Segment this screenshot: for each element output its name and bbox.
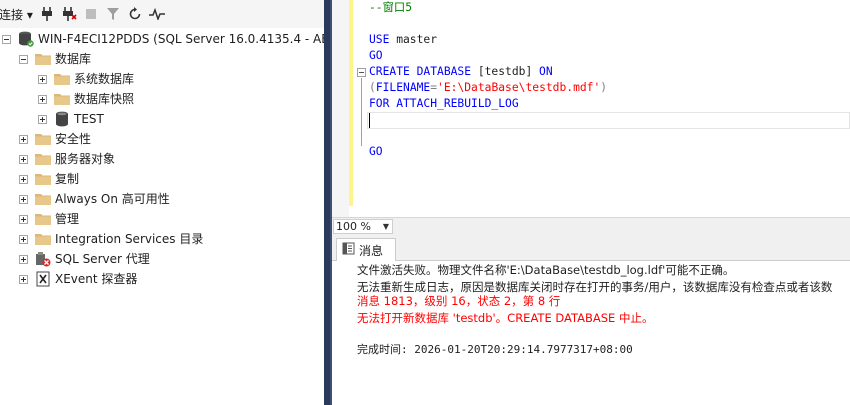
expand-node-icon[interactable]	[19, 134, 28, 144]
expand-node-icon[interactable]	[38, 94, 47, 104]
tree-node[interactable]: Always On 高可用性	[19, 189, 170, 209]
folder-icon	[54, 91, 70, 107]
expand-node-icon[interactable]	[19, 154, 28, 164]
code-line-1: --窗口5	[369, 1, 412, 14]
xevent-icon	[35, 271, 51, 287]
tab-messages-label: 消息	[359, 243, 384, 258]
tree-node-label: 安全性	[55, 132, 92, 146]
expand-node-icon[interactable]	[19, 174, 28, 184]
editor-gutter	[332, 0, 349, 217]
chevron-down-icon: ▼	[382, 222, 389, 231]
text-caret	[369, 113, 370, 128]
expand-node-icon[interactable]	[38, 74, 47, 84]
tree-node[interactable]: 复制	[19, 169, 79, 189]
collapse-node-icon[interactable]	[19, 54, 28, 64]
folder-icon	[35, 131, 51, 147]
tree-node-label: 管理	[55, 212, 80, 226]
code-line-4: GO	[369, 49, 383, 62]
tree-node-label: 数据库	[55, 52, 92, 66]
expand-node-icon[interactable]	[19, 234, 28, 244]
pane-splitter[interactable]	[324, 0, 332, 405]
folder-icon	[35, 151, 51, 167]
current-line-highlight	[367, 112, 850, 129]
expand-node-icon[interactable]	[19, 214, 28, 224]
tree-node[interactable]: TEST	[38, 109, 104, 129]
completion-time-line: 完成时间: 2026-01-20T20:29:14.7977317+08:00	[357, 343, 633, 356]
tree-node[interactable]: 数据库	[19, 49, 91, 69]
tree-node[interactable]: 服务器对象	[19, 149, 115, 169]
tree-node[interactable]: SQL Server 代理	[19, 249, 150, 269]
folder-icon	[54, 71, 70, 87]
code-line-6: (FILENAME='E:\DataBase\testdb.mdf')	[369, 81, 608, 94]
tab-messages[interactable]: 消息	[336, 238, 396, 261]
folder-icon	[35, 191, 51, 207]
code-line-7: FOR ATTACH_REBUILD_LOG	[369, 97, 519, 110]
error-message-line: 无法打开新数据库 'testdb'。CREATE DATABASE 中止。	[357, 311, 654, 325]
code-line-3: USE master	[369, 33, 438, 46]
database-icon	[54, 111, 70, 127]
stop-icon[interactable]	[81, 4, 101, 24]
filter-icon[interactable]	[103, 4, 123, 24]
expand-node-icon[interactable]	[19, 254, 28, 264]
error-message-line: 消息 1813，级别 16，状态 2，第 8 行	[357, 294, 561, 308]
connect-button[interactable]: 连接 ▾	[0, 6, 33, 23]
horizontal-scrollbar[interactable]	[394, 219, 850, 234]
connect-plug-icon[interactable]	[37, 4, 57, 24]
tree-node-label: 服务器对象	[55, 152, 116, 166]
disconnect-icon[interactable]	[59, 4, 79, 24]
tree-node[interactable]: 系统数据库	[38, 69, 134, 89]
folder-icon	[35, 171, 51, 187]
object-explorer: 连接 ▾ WIN-F4ECI12PDDS (SQL Server 16.0.41…	[0, 0, 324, 405]
collapse-region-icon[interactable]	[357, 68, 366, 77]
tree-node[interactable]: WIN-F4ECI12PDDS (SQL Server 16.0.4135.4 …	[2, 29, 324, 49]
activity-monitor-icon[interactable]	[147, 4, 167, 24]
folder-icon	[35, 51, 51, 67]
folder-icon	[35, 211, 51, 227]
tree-node[interactable]: Integration Services 目录	[19, 229, 203, 249]
tree-node-label: TEST	[74, 112, 104, 126]
refresh-icon[interactable]	[125, 4, 145, 24]
tree-node-label: 系统数据库	[74, 72, 135, 86]
expand-node-icon[interactable]	[19, 194, 28, 204]
tree-node-label: Integration Services 目录	[55, 232, 204, 246]
expand-node-icon[interactable]	[19, 274, 28, 284]
query-editor[interactable]: --窗口5 USE master GO CREATE DATABASE [tes…	[332, 0, 850, 217]
tree-node-label: Always On 高可用性	[55, 192, 170, 206]
object-explorer-toolbar: 连接 ▾	[0, 0, 324, 28]
tree-node-label: XEvent 探查器	[55, 272, 138, 286]
editor-zoom-bar: 100 % ▼	[332, 217, 850, 235]
server-connected-icon	[18, 31, 34, 47]
sql-agent-icon	[35, 251, 51, 267]
expand-node-icon[interactable]	[38, 114, 47, 124]
tree-node-label: WIN-F4ECI12PDDS (SQL Server 16.0.4135.4 …	[38, 32, 324, 46]
zoom-value: 100 %	[336, 220, 371, 233]
results-tabbar: 消息	[332, 235, 850, 261]
code-line-10: GO	[369, 145, 383, 158]
outline-region-line	[361, 78, 362, 146]
results-pane: 消息 文件激活失败。物理文件名称'E:\DataBase\testdb_log.…	[332, 235, 850, 405]
messages-icon	[342, 242, 355, 258]
code-line-5: CREATE DATABASE [testdb] ON	[369, 65, 553, 78]
tree-node[interactable]: XEvent 探查器	[19, 269, 137, 289]
tree-node-label: SQL Server 代理	[55, 252, 150, 266]
zoom-dropdown[interactable]: 100 % ▼	[333, 219, 393, 234]
tree-node-label: 复制	[55, 172, 80, 186]
message-line: 文件激活失败。物理文件名称'E:\DataBase\testdb_log.ldf…	[357, 263, 735, 277]
tree-node[interactable]: 管理	[19, 209, 79, 229]
tree-node[interactable]: 数据库快照	[38, 89, 134, 109]
tree-node-label: 数据库快照	[74, 92, 135, 106]
collapse-node-icon[interactable]	[2, 34, 11, 44]
folder-icon	[35, 231, 51, 247]
tree-node[interactable]: 安全性	[19, 129, 91, 149]
